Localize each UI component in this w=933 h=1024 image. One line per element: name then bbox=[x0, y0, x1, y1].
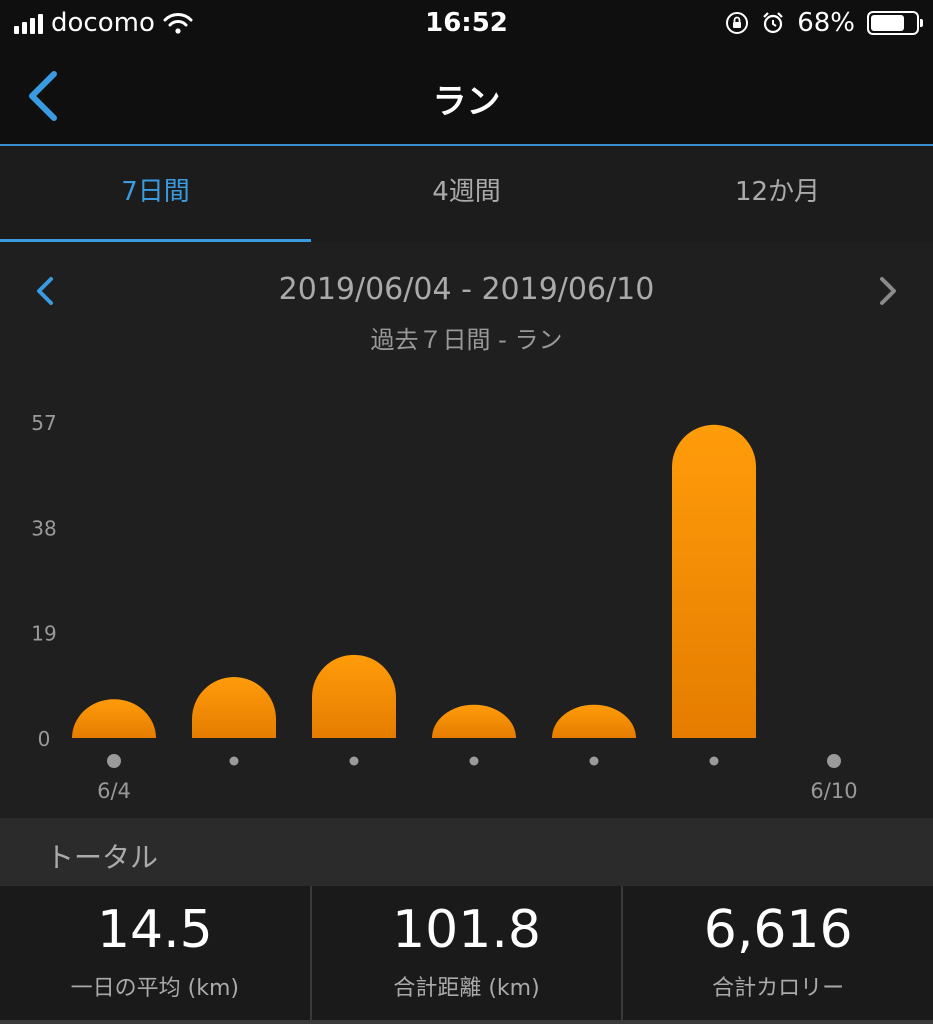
rotation-lock-icon bbox=[726, 12, 749, 34]
x-tick-label: 6/4 bbox=[97, 779, 131, 803]
x-tick-label: 6/10 bbox=[810, 779, 857, 803]
x-axis-dot bbox=[229, 756, 239, 766]
stat-daily-average: 14.5 一日の平均 (km) bbox=[0, 886, 312, 1024]
chart-bar[interactable] bbox=[192, 677, 276, 738]
x-axis-dot bbox=[709, 756, 719, 766]
page-title: ラン bbox=[432, 82, 501, 122]
status-right: 68% bbox=[725, 8, 923, 38]
tab-4-weeks[interactable]: 4週間 bbox=[311, 146, 622, 242]
y-tick-label: 19 bbox=[31, 622, 56, 646]
next-range-icon[interactable] bbox=[877, 276, 899, 306]
stat-value: 101.8 bbox=[392, 900, 541, 960]
chart-bar[interactable] bbox=[552, 704, 636, 738]
x-axis-dot bbox=[589, 756, 599, 766]
battery-percent: 68% bbox=[797, 8, 855, 38]
stat-label: 合計カロリー bbox=[712, 976, 845, 1001]
y-tick-label: 0 bbox=[38, 727, 51, 751]
nav-bar: ラン bbox=[0, 48, 933, 146]
date-range-label: 2019/06/04 - 2019/06/10 bbox=[278, 272, 655, 307]
totals-stats: 14.5 一日の平均 (km) 101.8 合計距離 (km) 6,616 合計… bbox=[0, 886, 933, 1024]
stat-total-distance: 101.8 合計距離 (km) bbox=[312, 886, 624, 1024]
totals-title: トータル bbox=[46, 841, 159, 874]
chart-bar[interactable] bbox=[432, 704, 516, 738]
period-tabs: 7日間 4週間 12か月 bbox=[0, 146, 933, 243]
x-axis-dot bbox=[469, 756, 479, 766]
chart-bar[interactable] bbox=[72, 699, 156, 738]
x-axis-dot bbox=[827, 754, 841, 768]
alarm-icon bbox=[763, 12, 783, 34]
status-bar: docomo 16:52 68% bbox=[0, 0, 933, 48]
y-tick-label: 38 bbox=[31, 516, 56, 540]
y-tick-label: 57 bbox=[31, 411, 56, 435]
stat-label: 一日の平均 (km) bbox=[70, 976, 239, 1001]
tab-7-days[interactable]: 7日間 bbox=[0, 146, 311, 243]
divider bbox=[0, 1020, 933, 1024]
bar-chart: 0 19 38 57 6/4 6/10 bbox=[0, 362, 933, 818]
x-axis-dot bbox=[349, 756, 359, 766]
date-range-subtitle: 過去７日間 - ラン bbox=[370, 326, 563, 354]
stat-value: 14.5 bbox=[96, 900, 213, 960]
chart-bar[interactable] bbox=[312, 654, 396, 738]
tab-12-months[interactable]: 12か月 bbox=[622, 146, 933, 242]
stat-label: 合計距離 (km) bbox=[393, 976, 540, 1001]
bar-chart-svg: 0 19 38 57 6/4 6/10 bbox=[31, 411, 857, 803]
totals-header: トータル bbox=[0, 818, 933, 886]
chart-bar[interactable] bbox=[672, 424, 756, 738]
stat-value: 6,616 bbox=[703, 900, 853, 960]
date-range: 2019/06/04 - 2019/06/10 過去７日間 - ラン bbox=[0, 242, 933, 362]
x-axis-dot bbox=[107, 754, 121, 768]
battery-icon bbox=[867, 11, 923, 35]
stat-total-calories: 6,616 合計カロリー bbox=[623, 886, 933, 1024]
